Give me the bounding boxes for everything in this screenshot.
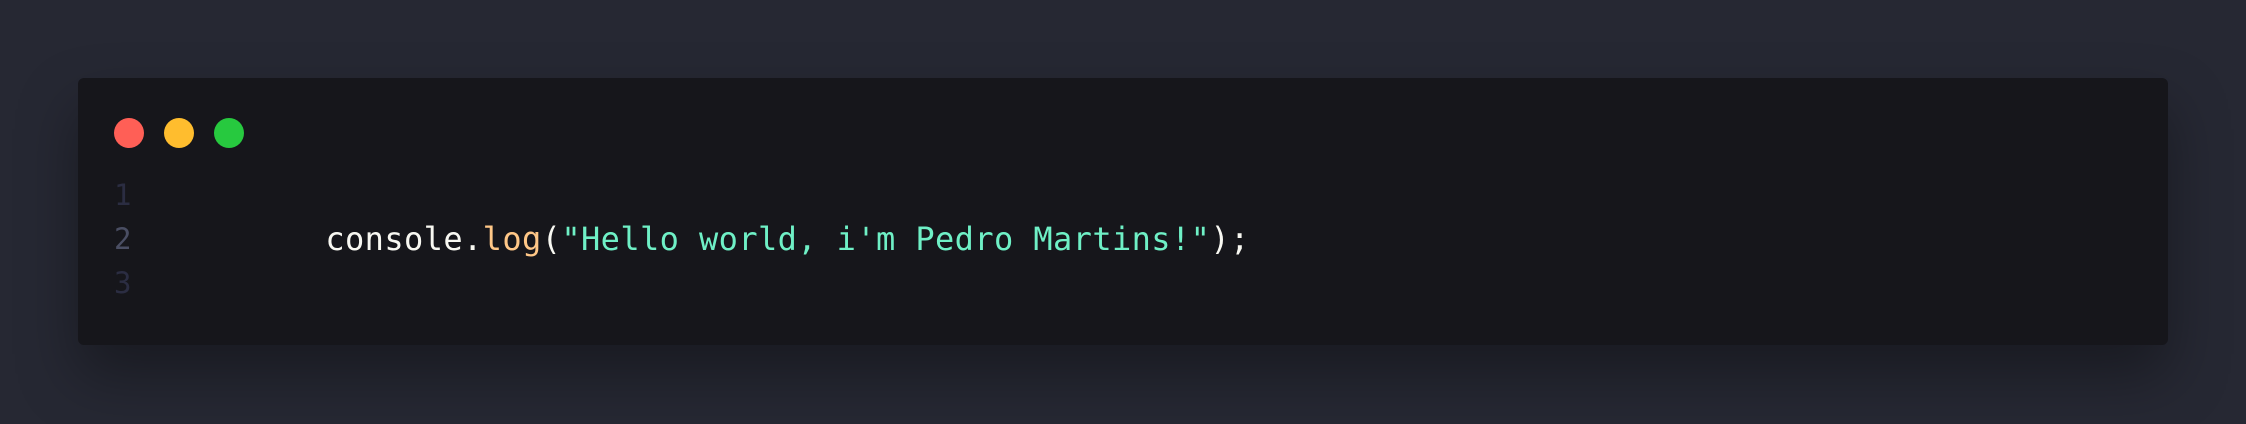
- close-icon[interactable]: [114, 118, 144, 148]
- code-token-dot: .: [463, 220, 483, 258]
- code-token-string: "Hello world, i'm Pedro Martins!": [561, 220, 1211, 258]
- code-area[interactable]: 1 2 console.log("Hello world, i'm Pedro …: [114, 173, 2132, 305]
- minimize-icon[interactable]: [164, 118, 194, 148]
- line-number: 2: [114, 222, 132, 256]
- window-controls: [114, 118, 244, 148]
- code-editor-window: 1 2 console.log("Hello world, i'm Pedro …: [78, 78, 2168, 345]
- code-token-method: log: [482, 220, 542, 258]
- code-line-2: 2 console.log("Hello world, i'm Pedro Ma…: [114, 217, 2132, 261]
- code-token-console: console: [325, 220, 463, 258]
- line-number: 3: [114, 266, 132, 300]
- code-token-close-paren: ): [1210, 220, 1230, 258]
- code-content: console.log("Hello world, i'm Pedro Mart…: [168, 173, 1250, 305]
- maximize-icon[interactable]: [214, 118, 244, 148]
- code-token-open-paren: (: [541, 220, 562, 258]
- line-number: 1: [114, 178, 132, 212]
- code-token-semicolon: ;: [1229, 220, 1250, 258]
